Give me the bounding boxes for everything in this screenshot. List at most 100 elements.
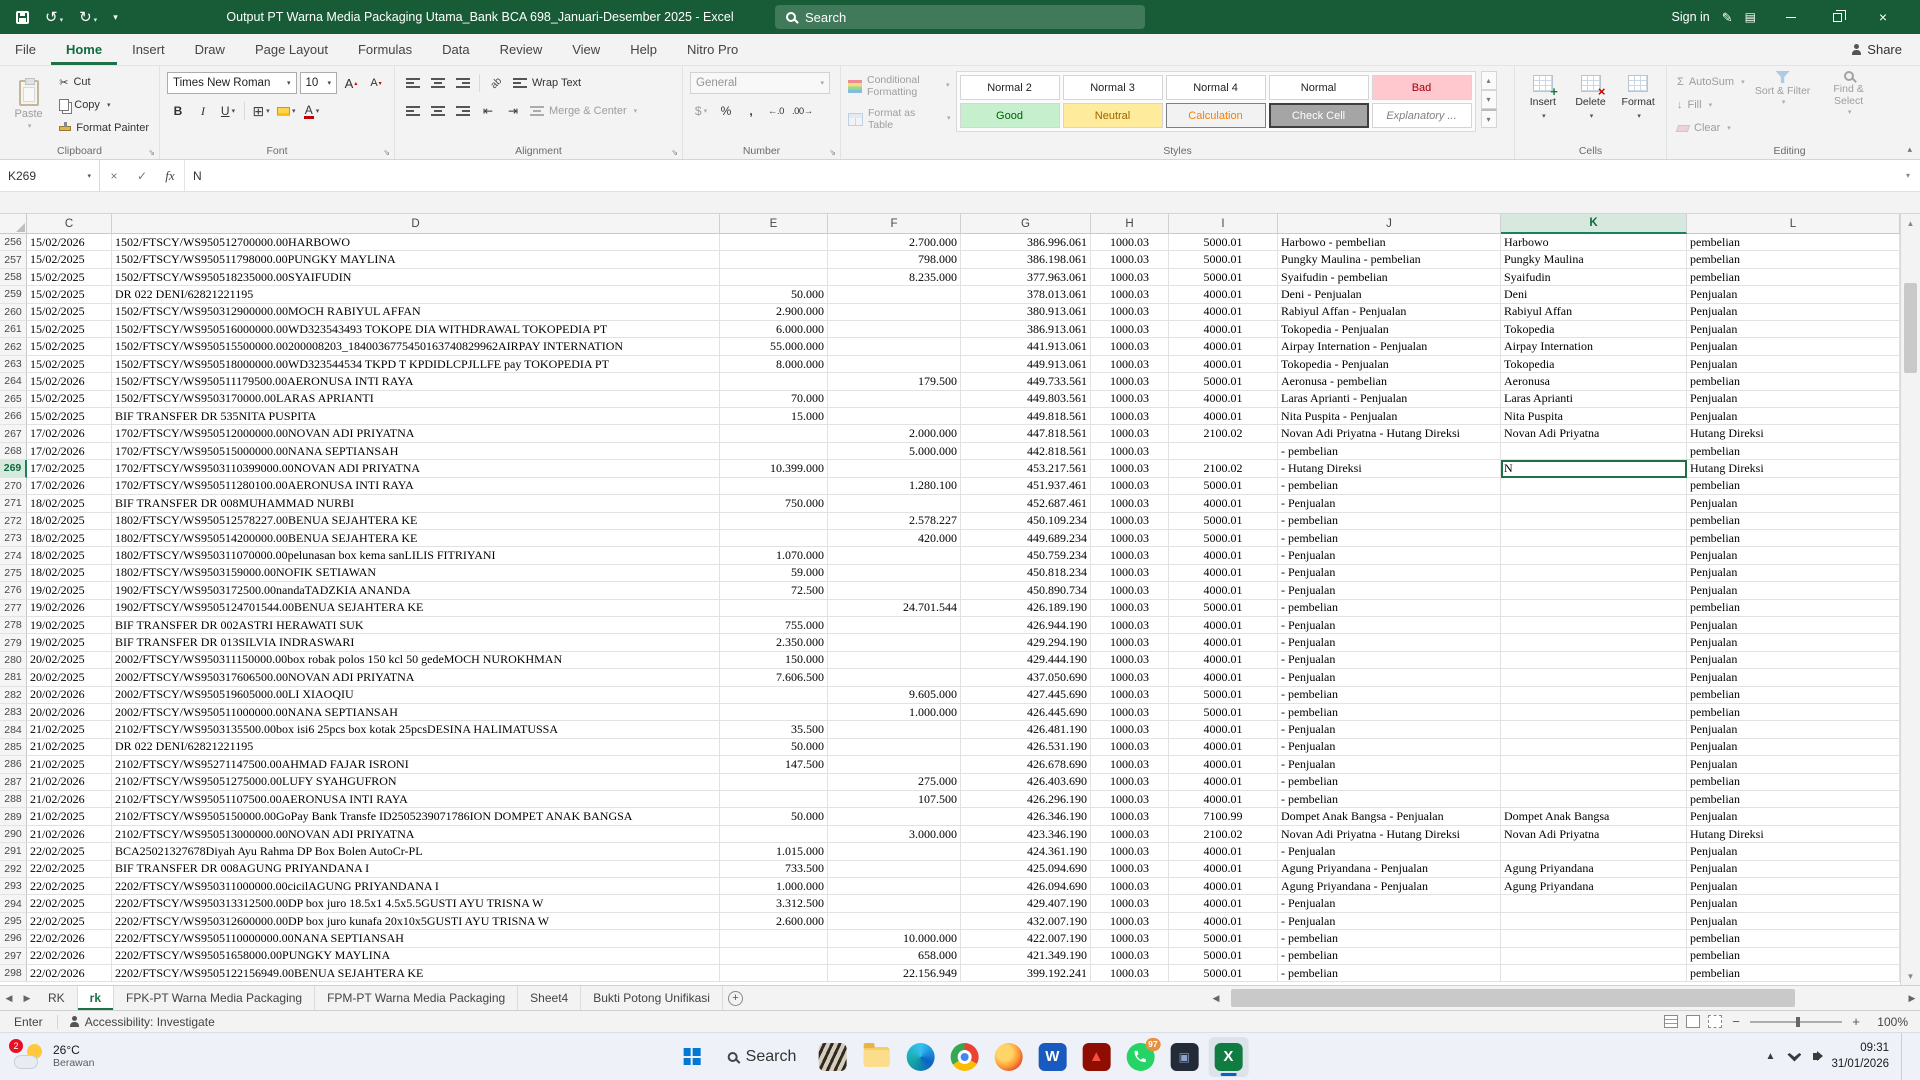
- cell[interactable]: 426.531.190: [961, 739, 1091, 756]
- cell[interactable]: pembelian: [1687, 704, 1900, 721]
- redo-button[interactable]: ↻▾: [79, 10, 97, 25]
- new-sheet-button[interactable]: +: [723, 986, 748, 1010]
- cell[interactable]: [1501, 634, 1687, 651]
- cell[interactable]: 1000.03: [1091, 565, 1169, 582]
- cell[interactable]: 4000.01: [1169, 547, 1278, 564]
- cell[interactable]: 1802/FTSCY/WS9503159000.00NOFIK SETIAWAN: [112, 565, 720, 582]
- cell[interactable]: Tokopedia - Penjualan: [1278, 321, 1501, 338]
- cell[interactable]: 1000.03: [1091, 669, 1169, 686]
- cell[interactable]: 4000.01: [1169, 669, 1278, 686]
- cell[interactable]: - Penjualan: [1278, 913, 1501, 930]
- page-layout-view-button[interactable]: [1686, 1015, 1700, 1028]
- row-header-274[interactable]: 274: [0, 547, 27, 564]
- cell[interactable]: Penjualan: [1687, 391, 1900, 408]
- cell[interactable]: [1501, 774, 1687, 791]
- cell[interactable]: Penjualan: [1687, 913, 1900, 930]
- cell[interactable]: [720, 930, 828, 947]
- cell[interactable]: 17/02/2026: [27, 425, 112, 442]
- cell[interactable]: 1000.03: [1091, 373, 1169, 390]
- ribbon-tab-home[interactable]: Home: [51, 34, 117, 65]
- cell[interactable]: 1000.03: [1091, 843, 1169, 860]
- undo-button[interactable]: ↺▾: [45, 10, 63, 25]
- cell[interactable]: 4000.01: [1169, 286, 1278, 303]
- cell[interactable]: 4000.01: [1169, 774, 1278, 791]
- bold-button[interactable]: B: [167, 100, 189, 122]
- cell[interactable]: 21/02/2025: [27, 739, 112, 756]
- cell[interactable]: Penjualan: [1687, 356, 1900, 373]
- cell[interactable]: 5000.01: [1169, 704, 1278, 721]
- cell[interactable]: 426.403.690: [961, 774, 1091, 791]
- page-break-view-button[interactable]: [1708, 1015, 1722, 1028]
- cell-style-normal-3[interactable]: Normal 3: [1063, 75, 1163, 100]
- cell[interactable]: 1000.03: [1091, 478, 1169, 495]
- column-header-H[interactable]: H: [1091, 214, 1169, 234]
- cell[interactable]: Tokopedia: [1501, 356, 1687, 373]
- sheet-tab-fpk-pt-warna-media-packaging[interactable]: FPK-PT Warna Media Packaging: [114, 986, 315, 1010]
- collapse-ribbon-icon[interactable]: ▴: [1907, 144, 1912, 155]
- cell[interactable]: pembelian: [1687, 687, 1900, 704]
- column-header-K[interactable]: K: [1501, 214, 1687, 234]
- taskbar-clock[interactable]: 09:31 31/01/2026: [1831, 1041, 1889, 1072]
- cell[interactable]: 4000.01: [1169, 321, 1278, 338]
- row-header-273[interactable]: 273: [0, 530, 27, 547]
- cell[interactable]: 1.000.000: [828, 704, 961, 721]
- percent-style-button[interactable]: %: [715, 100, 737, 122]
- cell[interactable]: [828, 617, 961, 634]
- cell[interactable]: Syaifudin: [1501, 269, 1687, 286]
- cell[interactable]: 2.900.000: [720, 304, 828, 321]
- cell[interactable]: pembelian: [1687, 600, 1900, 617]
- cell[interactable]: Penjualan: [1687, 721, 1900, 738]
- row-header-269[interactable]: 269: [0, 460, 27, 477]
- cell[interactable]: - pembelian: [1278, 600, 1501, 617]
- row-header-290[interactable]: 290: [0, 826, 27, 843]
- font-size-select[interactable]: 10▾: [300, 72, 337, 94]
- cell[interactable]: 1000.03: [1091, 652, 1169, 669]
- merge-center-button[interactable]: Merge & Center▾: [527, 100, 640, 122]
- cell[interactable]: 21/02/2026: [27, 791, 112, 808]
- cell[interactable]: [720, 774, 828, 791]
- cell[interactable]: 1000.03: [1091, 443, 1169, 460]
- cell[interactable]: 5000.01: [1169, 513, 1278, 530]
- row-header-297[interactable]: 297: [0, 948, 27, 965]
- insert-function-button[interactable]: fx: [156, 160, 184, 191]
- cell[interactable]: 1.280.100: [828, 478, 961, 495]
- cell[interactable]: 15/02/2025: [27, 356, 112, 373]
- cell[interactable]: 1000.03: [1091, 808, 1169, 825]
- row-header-286[interactable]: 286: [0, 756, 27, 773]
- cell[interactable]: 15/02/2025: [27, 286, 112, 303]
- cell[interactable]: 1000.03: [1091, 269, 1169, 286]
- row-header-270[interactable]: 270: [0, 478, 27, 495]
- cell[interactable]: 22/02/2025: [27, 843, 112, 860]
- cell[interactable]: 2.350.000: [720, 634, 828, 651]
- cell[interactable]: - Penjualan: [1278, 669, 1501, 686]
- cell[interactable]: 15.000: [720, 408, 828, 425]
- cell-style-normal[interactable]: Normal: [1269, 75, 1369, 100]
- orientation-button[interactable]: ab: [480, 67, 511, 98]
- increase-font-size-button[interactable]: A▴: [340, 72, 362, 94]
- cell[interactable]: 451.937.461: [961, 478, 1091, 495]
- row-header-279[interactable]: 279: [0, 634, 27, 651]
- cell[interactable]: 50.000: [720, 286, 828, 303]
- sheet-tab-bukti-potong-unifikasi[interactable]: Bukti Potong Unifikasi: [581, 986, 723, 1010]
- cell[interactable]: 1000.03: [1091, 391, 1169, 408]
- cell[interactable]: - Penjualan: [1278, 547, 1501, 564]
- cell[interactable]: Penjualan: [1687, 895, 1900, 912]
- cell-style-bad[interactable]: Bad: [1372, 75, 1472, 100]
- cell[interactable]: 453.217.561: [961, 460, 1091, 477]
- cell[interactable]: 2202/FTSCY/WS95051658000.00PUNGKY MAYLIN…: [112, 948, 720, 965]
- row-header-291[interactable]: 291: [0, 843, 27, 860]
- cell[interactable]: 425.094.690: [961, 861, 1091, 878]
- cell[interactable]: 5.000.000: [828, 443, 961, 460]
- format-painter-button[interactable]: Format Painter: [56, 117, 152, 139]
- row-header-295[interactable]: 295: [0, 913, 27, 930]
- cell[interactable]: - pembelian: [1278, 930, 1501, 947]
- cell[interactable]: 1000.03: [1091, 739, 1169, 756]
- row-header-272[interactable]: 272: [0, 513, 27, 530]
- cell[interactable]: [1501, 948, 1687, 965]
- cell[interactable]: Tokopedia - Penjualan: [1278, 356, 1501, 373]
- cell[interactable]: [720, 600, 828, 617]
- cell[interactable]: Penjualan: [1687, 617, 1900, 634]
- cell[interactable]: 9.605.000: [828, 687, 961, 704]
- vertical-scrollbar[interactable]: ▲ ▼: [1900, 214, 1920, 985]
- cell[interactable]: [1501, 791, 1687, 808]
